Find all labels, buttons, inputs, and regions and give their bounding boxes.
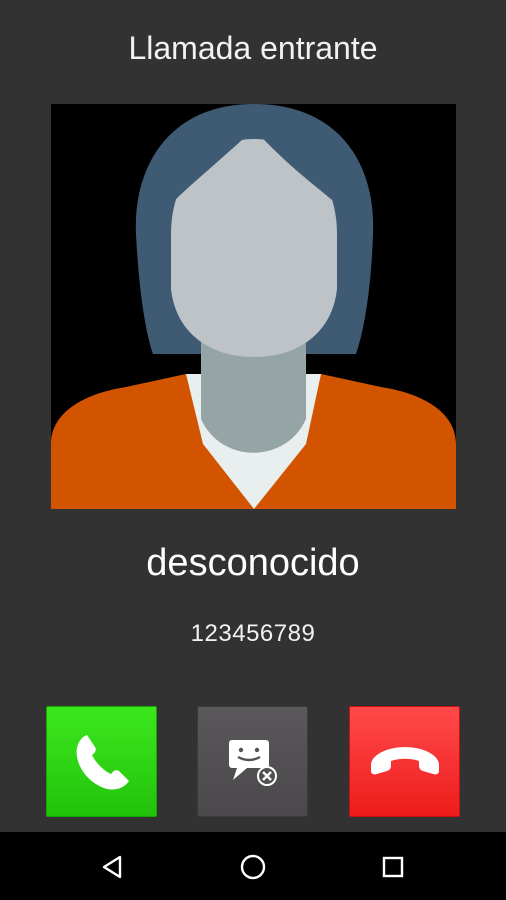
answer-call-button[interactable] (46, 706, 157, 817)
person-placeholder-icon (51, 104, 456, 509)
home-circle-icon (240, 854, 266, 880)
caller-number: 123456789 (190, 620, 316, 647)
nav-recents-button[interactable] (376, 850, 410, 884)
phone-hangup-icon (370, 746, 439, 774)
nav-back-button[interactable] (96, 850, 130, 884)
nav-home-button[interactable] (236, 850, 270, 884)
recents-square-icon (382, 856, 404, 878)
decline-call-button[interactable] (349, 706, 460, 817)
reject-with-message-button[interactable] (197, 706, 308, 817)
system-navigation-bar (0, 832, 506, 900)
message-reject-icon (228, 739, 277, 786)
caller-name: desconocido (146, 542, 360, 584)
phone-answer-icon (76, 734, 129, 790)
call-status-title: Llamada entrante (128, 30, 378, 66)
caller-avatar (51, 104, 456, 509)
back-triangle-icon (102, 855, 122, 879)
